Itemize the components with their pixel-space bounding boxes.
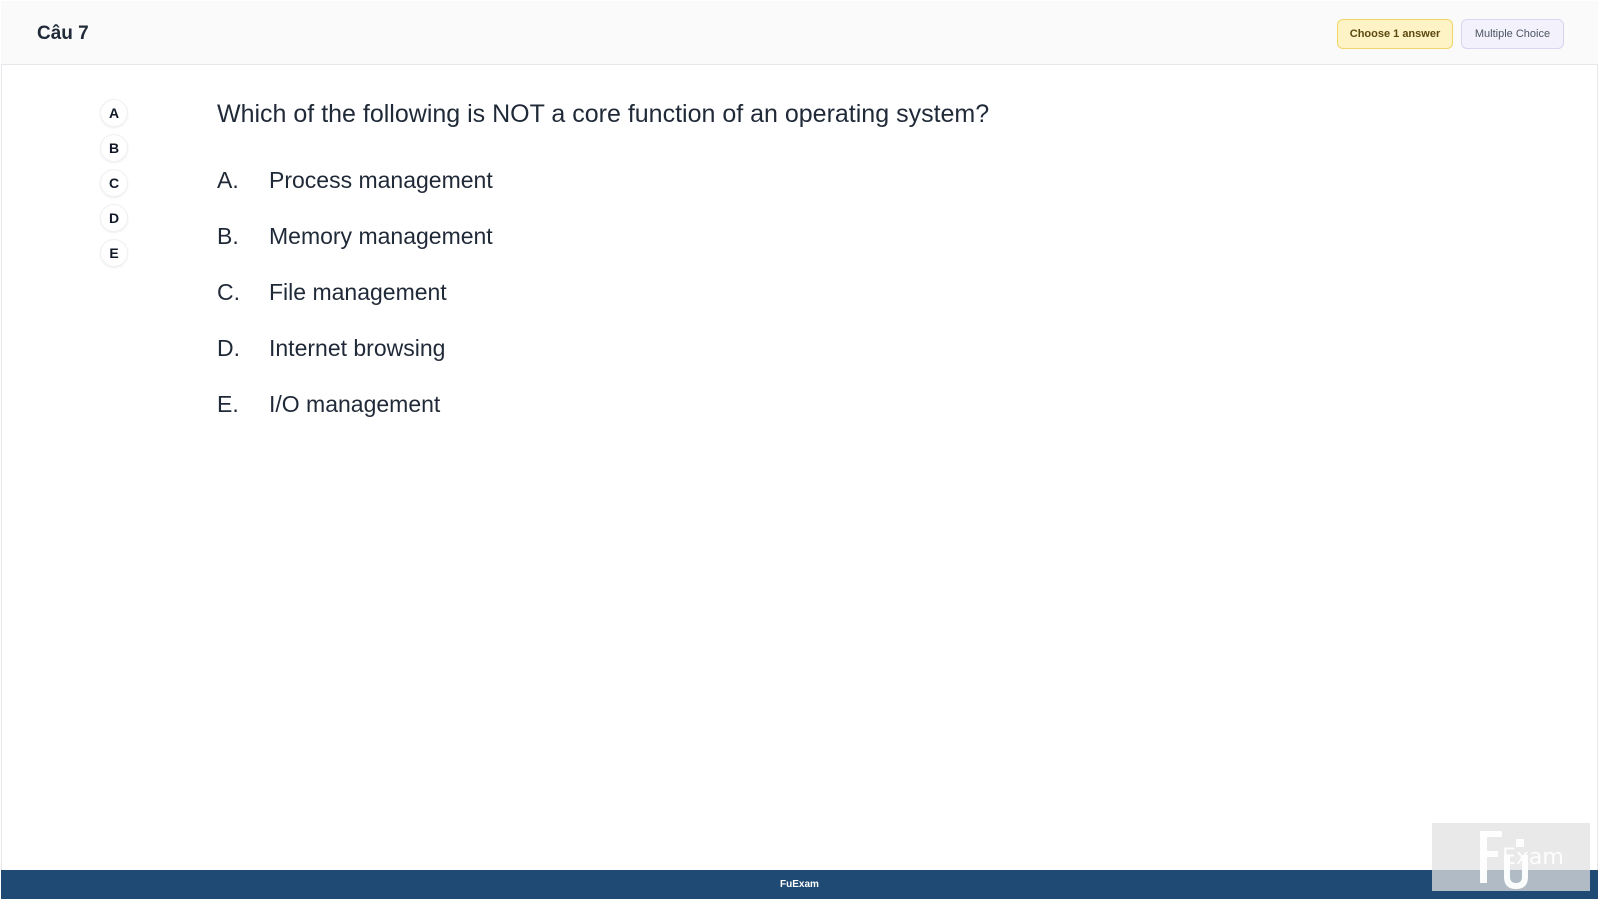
answer-nav-b[interactable]: B [101,135,127,161]
option-text: Internet browsing [269,335,446,361]
answer-nav: A B C D E [101,100,131,275]
option-text: File management [269,279,447,305]
answer-nav-a[interactable]: A [101,100,127,126]
option-a[interactable]: A. Process management [217,153,1417,209]
option-letter: A. [217,167,239,193]
option-text: Process management [269,167,493,193]
option-text: Memory management [269,223,493,249]
option-letter: C. [217,279,240,305]
watermark-text: Exam [1502,845,1564,870]
option-text: I/O management [269,391,441,417]
question-text: Which of the following is NOT a core fun… [217,100,990,128]
option-letter: D. [217,335,240,361]
option-b[interactable]: B. Memory management [217,209,1417,265]
option-e[interactable]: E. I/O management [217,377,1417,433]
option-c[interactable]: C. File management [217,265,1417,321]
answer-nav-c[interactable]: C [101,170,127,196]
choose-answer-badge: Choose 1 answer [1337,19,1453,49]
fu-exam-watermark: Exam [1432,823,1590,891]
footer-brand: FuExam [780,879,819,890]
footer-bar: FuExam [1,870,1598,899]
option-letter: B. [217,223,239,249]
question-header: Câu 7 Choose 1 answer Multiple Choice [1,1,1598,65]
question-number: Câu 7 [37,23,89,44]
answer-nav-d[interactable]: D [101,205,127,231]
answer-nav-e[interactable]: E [101,240,127,266]
question-area: Which of the following is NOT a core fun… [217,98,1417,433]
question-type-badge: Multiple Choice [1461,19,1564,49]
option-letter: E. [217,391,239,417]
option-d[interactable]: D. Internet browsing [217,321,1417,377]
